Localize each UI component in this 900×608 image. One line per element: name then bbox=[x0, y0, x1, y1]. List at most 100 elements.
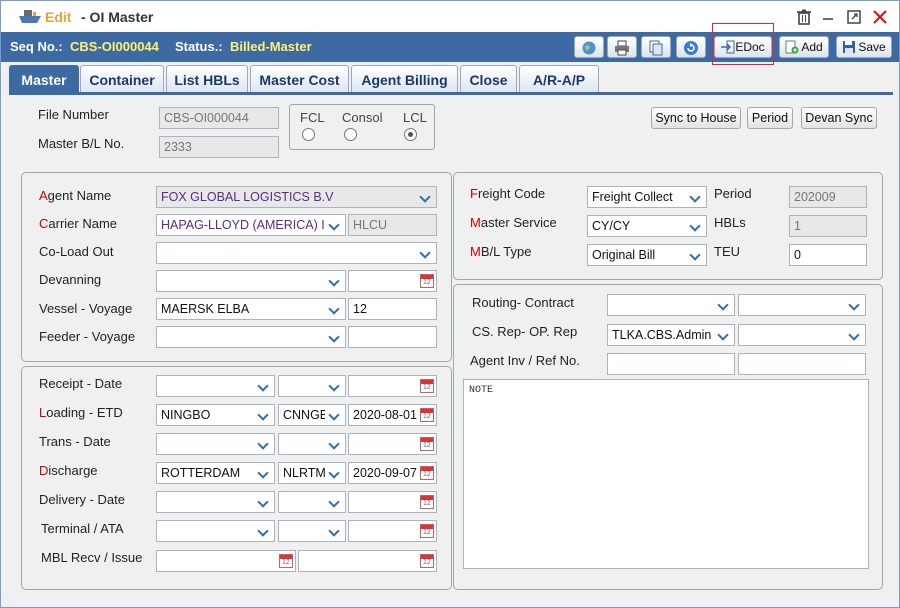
feeder-select[interactable] bbox=[156, 326, 346, 348]
trans-code-select[interactable] bbox=[278, 433, 346, 455]
mbl-issue-date[interactable] bbox=[298, 550, 437, 572]
tab-close[interactable]: Close bbox=[460, 65, 517, 93]
terminal-code-select[interactable] bbox=[278, 520, 346, 542]
cs-op-rep-label: CS. Rep- OP. Rep bbox=[472, 324, 578, 339]
print-button[interactable] bbox=[607, 36, 637, 58]
save-label: Save bbox=[858, 40, 886, 54]
maximize-icon[interactable] bbox=[845, 8, 863, 26]
loading-code-select[interactable]: CNNGB bbox=[278, 404, 346, 426]
master-service-select[interactable]: CY/CY bbox=[587, 215, 707, 237]
seq-value: CBS-OI000044 bbox=[70, 39, 159, 54]
window: Edit - OI Master Seq No.: CBS-OI000044 S… bbox=[0, 0, 900, 608]
calendar-icon[interactable] bbox=[420, 408, 434, 422]
master-service-label: Master Service bbox=[470, 215, 557, 230]
mbl-type-select[interactable]: Original Bill bbox=[587, 244, 707, 266]
close-icon[interactable] bbox=[871, 8, 889, 26]
tab-list-hbls[interactable]: List HBLs bbox=[166, 65, 248, 93]
refresh-button[interactable] bbox=[676, 36, 706, 58]
devan-sync-button[interactable]: Devan Sync bbox=[801, 107, 877, 129]
calendar-icon[interactable] bbox=[420, 274, 434, 288]
discharge-port-select[interactable]: ROTTERDAM bbox=[156, 462, 275, 484]
discharge-code-select[interactable]: NLRTM bbox=[278, 462, 346, 484]
consol-radio[interactable] bbox=[344, 128, 357, 141]
delivery-date[interactable] bbox=[348, 491, 437, 513]
routing-contract-label: Routing- Contract bbox=[472, 295, 574, 310]
receipt-date[interactable] bbox=[348, 375, 437, 397]
file-number-label: File Number bbox=[38, 107, 109, 122]
carrier-name-select[interactable]: HAPAG-LLOYD (AMERICA) IN bbox=[156, 214, 346, 236]
tab-ar-ap[interactable]: A/R-A/P bbox=[519, 65, 599, 93]
receipt-select[interactable] bbox=[156, 375, 275, 397]
lcl-label: LCL bbox=[403, 110, 427, 125]
ata-date[interactable] bbox=[348, 520, 437, 542]
receipt-date-label: Receipt - Date bbox=[39, 376, 123, 391]
loading-port-select[interactable]: NINGBO bbox=[156, 404, 275, 426]
mbl-type-value: Original Bill bbox=[592, 248, 656, 262]
lcl-radio[interactable] bbox=[404, 128, 417, 141]
save-button[interactable]: Save bbox=[836, 36, 892, 58]
trans-select[interactable] bbox=[156, 433, 275, 455]
agent-inv-field[interactable] bbox=[607, 353, 735, 375]
delivery-date-label: Delivery - Date bbox=[39, 492, 125, 507]
devanning-select[interactable] bbox=[156, 270, 346, 292]
period-field: 202009 bbox=[789, 186, 867, 208]
op-rep-select[interactable] bbox=[738, 324, 866, 346]
calendar-icon[interactable] bbox=[420, 437, 434, 451]
window-title: - OI Master bbox=[81, 9, 154, 25]
devanning-date[interactable] bbox=[348, 270, 437, 292]
cs-rep-select[interactable]: TLKA.CBS.Admin bbox=[607, 324, 735, 346]
chevron-down-icon bbox=[325, 405, 345, 425]
copy-button[interactable] bbox=[641, 36, 671, 58]
freight-code-select[interactable]: Freight Collect bbox=[587, 186, 707, 208]
voyage-field[interactable]: 12 bbox=[348, 298, 437, 320]
chevron-down-icon bbox=[325, 271, 345, 291]
calendar-icon[interactable] bbox=[279, 554, 293, 568]
teu-field[interactable]: 0 bbox=[789, 244, 867, 266]
co-load-out-select[interactable] bbox=[156, 242, 437, 264]
tab-master[interactable]: Master bbox=[9, 65, 79, 93]
receipt-code-select[interactable] bbox=[278, 375, 346, 397]
chevron-down-icon bbox=[714, 325, 734, 345]
period-button[interactable]: Period bbox=[747, 107, 793, 129]
agent-inv-label: Agent Inv / Ref No. bbox=[470, 353, 580, 368]
feeder-voyage-label: Feeder - Voyage bbox=[39, 329, 136, 344]
agent-name-select[interactable]: FOX GLOBAL LOGISTICS B.V bbox=[156, 186, 437, 208]
status-label: Status.: bbox=[175, 39, 223, 54]
contract-select[interactable] bbox=[738, 294, 866, 316]
add-document-icon bbox=[785, 40, 799, 54]
chevron-down-icon bbox=[325, 463, 345, 483]
loading-etd-label: Loading - ETD bbox=[39, 405, 123, 420]
calendar-icon[interactable] bbox=[420, 379, 434, 393]
etd-date[interactable]: 2020-08-01 bbox=[348, 404, 437, 426]
minimize-icon[interactable] bbox=[819, 8, 837, 26]
tab-agent-billing[interactable]: Agent Billing bbox=[351, 65, 458, 93]
delivery-select[interactable] bbox=[156, 491, 275, 513]
discharge-date[interactable]: 2020-09-07 bbox=[348, 462, 437, 484]
add-button[interactable]: Add bbox=[779, 36, 829, 58]
ref-no-field[interactable] bbox=[738, 353, 866, 375]
master-service-value: CY/CY bbox=[592, 219, 631, 233]
vessel-select[interactable]: MAERSK ELBA bbox=[156, 298, 346, 320]
refresh-icon bbox=[684, 41, 698, 55]
calendar-icon[interactable] bbox=[420, 524, 434, 538]
calendar-icon[interactable] bbox=[420, 466, 434, 480]
terminal-select[interactable] bbox=[156, 520, 275, 542]
chevron-down-icon bbox=[254, 492, 274, 512]
delivery-code-select[interactable] bbox=[278, 491, 346, 513]
highlight-box bbox=[712, 23, 774, 65]
trans-date[interactable] bbox=[348, 433, 437, 455]
calendar-icon[interactable] bbox=[420, 554, 434, 568]
mbl-recv-date[interactable] bbox=[156, 550, 296, 572]
feeder-voyage-field[interactable] bbox=[348, 326, 437, 348]
tab-master-cost[interactable]: Master Cost bbox=[250, 65, 349, 93]
sync-to-house-button[interactable]: Sync to House bbox=[651, 107, 741, 129]
globe-button[interactable] bbox=[574, 36, 604, 58]
note-textarea[interactable]: NOTE bbox=[463, 379, 869, 569]
routing-select[interactable] bbox=[607, 294, 735, 316]
agent-name-label: Agent Name bbox=[39, 188, 112, 203]
tab-container[interactable]: Container bbox=[80, 65, 164, 93]
calendar-icon[interactable] bbox=[420, 495, 434, 509]
fcl-radio[interactable] bbox=[302, 128, 315, 141]
printer-icon bbox=[615, 40, 629, 56]
trash-icon[interactable] bbox=[795, 8, 813, 26]
